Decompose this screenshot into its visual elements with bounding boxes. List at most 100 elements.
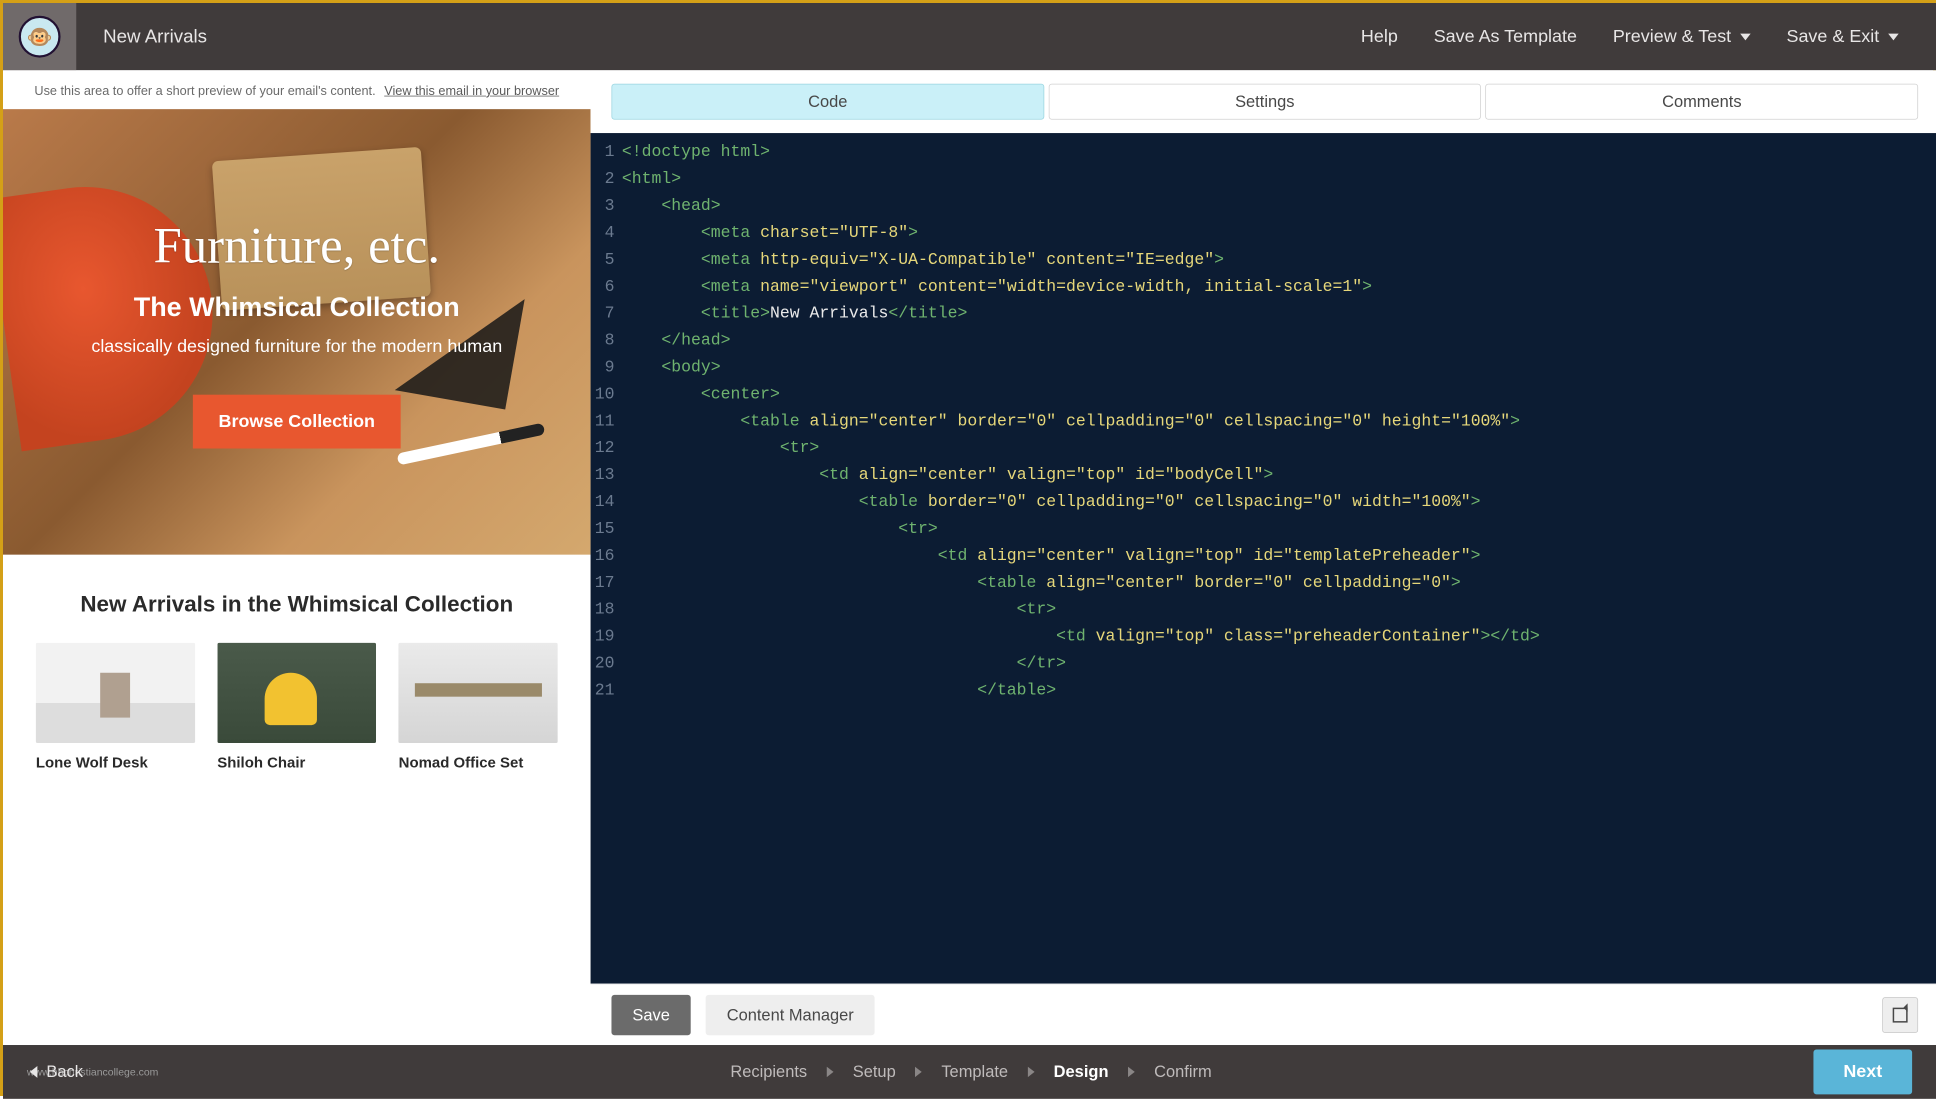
hero-subtext: classically designed furniture for the m… [91,336,502,357]
product-image [399,643,558,743]
page-title: New Arrivals [103,26,207,48]
code-line[interactable]: 3 <head> [591,193,1936,220]
code-text[interactable]: <html> [622,166,681,193]
line-number: 3 [591,193,622,220]
code-text[interactable]: <head> [622,193,721,220]
save-button[interactable]: Save [611,995,690,1035]
new-arrivals-section[interactable]: New Arrivals in the Whimsical Collection… [3,555,591,773]
line-number: 7 [591,301,622,328]
wizard-steps: Recipients Setup Template Design Confirm [730,1062,1211,1081]
wizard-step-design[interactable]: Design [1054,1062,1109,1081]
wizard-step-confirm[interactable]: Confirm [1154,1062,1212,1081]
line-number: 9 [591,354,622,381]
expand-icon [1893,1007,1908,1022]
code-editor[interactable]: 1<!doctype html>2<html>3 <head>4 <meta c… [591,133,1936,984]
code-line[interactable]: 14 <table border="0" cellpadding="0" cel… [591,489,1936,516]
tab-comments[interactable]: Comments [1486,84,1919,120]
chevron-right-icon [915,1067,922,1077]
line-number: 11 [591,408,622,435]
code-line[interactable]: 4 <meta charset="UTF-8"> [591,220,1936,247]
code-line[interactable]: 2<html> [591,166,1936,193]
back-button[interactable]: Back [30,1062,83,1081]
product-card[interactable]: Shiloh Chair [217,643,376,772]
code-text[interactable]: </table> [622,677,1056,704]
code-line[interactable]: 1<!doctype html> [591,139,1936,166]
expand-editor-button[interactable] [1882,997,1918,1033]
brand-logo[interactable]: 🐵 [3,3,76,70]
code-text[interactable]: <body> [622,354,721,381]
code-text[interactable]: <tr> [622,435,819,462]
line-number: 17 [591,570,622,597]
product-name: Nomad Office Set [399,755,558,772]
tab-settings[interactable]: Settings [1049,84,1482,120]
code-text[interactable]: <table align="center" border="0" cellpad… [622,570,1461,597]
code-line[interactable]: 9 <body> [591,354,1936,381]
save-and-exit-menu[interactable]: Save & Exit [1786,26,1898,47]
line-number: 16 [591,543,622,570]
code-text[interactable]: <title>New Arrivals</title> [622,301,967,328]
code-text[interactable]: <table align="center" border="0" cellpad… [622,408,1520,435]
wizard-step-recipients[interactable]: Recipients [730,1062,807,1081]
code-line[interactable]: 8 </head> [591,327,1936,354]
view-in-browser-link[interactable]: View this email in your browser [384,84,559,99]
product-image [217,643,376,743]
code-line[interactable]: 15 <tr> [591,516,1936,543]
code-text[interactable]: <center> [622,381,780,408]
help-link[interactable]: Help [1361,26,1398,47]
wizard-step-setup[interactable]: Setup [853,1062,896,1081]
browse-collection-button[interactable]: Browse Collection [193,394,400,448]
code-text[interactable]: </tr> [622,650,1066,677]
code-text[interactable]: <td align="center" valign="top" id="body… [622,462,1273,489]
email-preview-panel: Use this area to offer a short preview o… [3,70,591,1045]
line-number: 20 [591,650,622,677]
code-line[interactable]: 20 </tr> [591,650,1936,677]
tab-code[interactable]: Code [611,84,1044,120]
line-number: 13 [591,462,622,489]
content-manager-button[interactable]: Content Manager [706,995,875,1035]
code-line[interactable]: 18 <tr> [591,597,1936,624]
product-card[interactable]: Lone Wolf Desk [36,643,195,772]
code-line[interactable]: 16 <td align="center" valign="top" id="t… [591,543,1936,570]
code-text[interactable]: <td valign="top" class="preheaderContain… [622,623,1540,650]
code-line[interactable]: 7 <title>New Arrivals</title> [591,301,1936,328]
hero-section[interactable]: Furniture, etc. The Whimsical Collection… [3,109,591,555]
code-line[interactable]: 11 <table align="center" border="0" cell… [591,408,1936,435]
code-line[interactable]: 10 <center> [591,381,1936,408]
code-text[interactable]: </head> [622,327,731,354]
hero-headline: The Whimsical Collection [134,291,460,322]
code-line[interactable]: 5 <meta http-equiv="X-UA-Compatible" con… [591,247,1936,274]
line-number: 2 [591,166,622,193]
editor-footer: Save Content Manager [591,984,1936,1045]
code-text[interactable]: <tr> [622,516,938,543]
preheader-row: Use this area to offer a short preview o… [3,70,591,109]
hero-brand: Furniture, etc. [153,216,440,275]
wizard-footer: www.hbchristiancollege.com Back Recipien… [3,1045,1936,1099]
save-as-template-link[interactable]: Save As Template [1434,26,1577,47]
preview-and-test-menu[interactable]: Preview & Test [1613,26,1751,47]
line-number: 4 [591,220,622,247]
code-line[interactable]: 19 <td valign="top" class="preheaderCont… [591,623,1936,650]
wizard-step-template[interactable]: Template [941,1062,1008,1081]
code-text[interactable]: <!doctype html> [622,139,770,166]
line-number: 14 [591,489,622,516]
line-number: 21 [591,677,622,704]
code-text[interactable]: <tr> [622,597,1056,624]
code-line[interactable]: 6 <meta name="viewport" content="width=d… [591,274,1936,301]
code-text[interactable]: <meta http-equiv="X-UA-Compatible" conte… [622,247,1224,274]
code-line[interactable]: 21 </table> [591,677,1936,704]
next-button[interactable]: Next [1813,1050,1912,1095]
line-number: 15 [591,516,622,543]
code-text[interactable]: <meta charset="UTF-8"> [622,220,918,247]
code-line[interactable]: 13 <td align="center" valign="top" id="b… [591,462,1936,489]
product-name: Shiloh Chair [217,755,376,772]
code-text[interactable]: <table border="0" cellpadding="0" cellsp… [622,489,1481,516]
code-text[interactable]: <meta name="viewport" content="width=dev… [622,274,1372,301]
product-image [36,643,195,743]
preheader-hint[interactable]: Use this area to offer a short preview o… [34,84,375,99]
mailchimp-icon: 🐵 [19,16,61,58]
code-line[interactable]: 12 <tr> [591,435,1936,462]
chevron-down-icon [1740,33,1750,40]
code-line[interactable]: 17 <table align="center" border="0" cell… [591,570,1936,597]
code-text[interactable]: <td align="center" valign="top" id="temp… [622,543,1481,570]
product-card[interactable]: Nomad Office Set [399,643,558,772]
